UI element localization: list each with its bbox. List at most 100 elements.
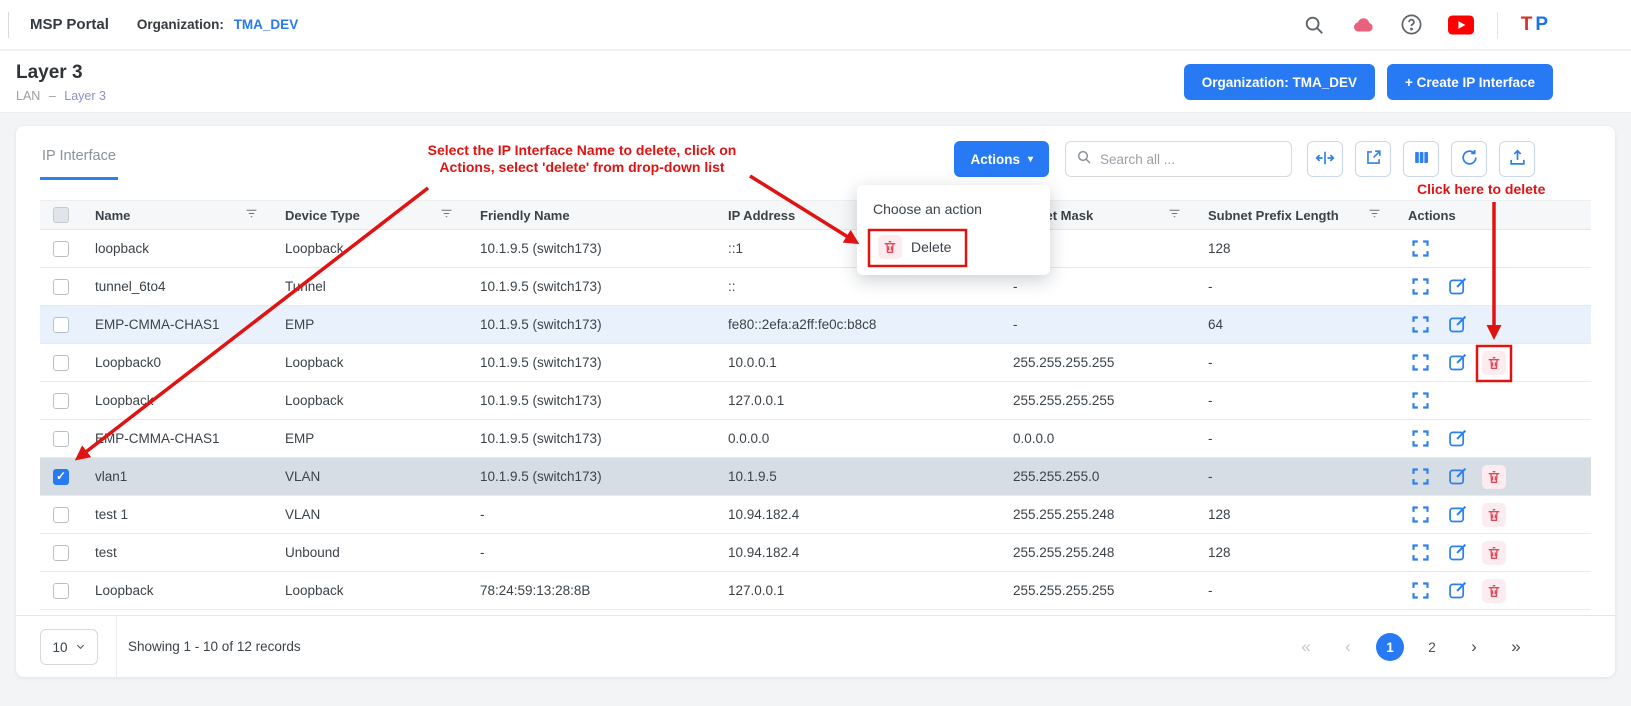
first-page-button[interactable]: « xyxy=(1292,633,1320,661)
dropdown-item-delete[interactable]: Delete xyxy=(869,229,966,265)
cell-friendly-name: 10.1.9.5 (switch173) xyxy=(467,306,715,344)
filter-icon[interactable] xyxy=(1368,207,1381,223)
table-row: testUnbound-10.94.182.4255.255.255.24812… xyxy=(40,534,1591,572)
cell-device-type: Loopback xyxy=(272,382,467,420)
row-checkbox[interactable] xyxy=(53,431,69,447)
last-page-button[interactable]: » xyxy=(1502,633,1530,661)
fit-width-icon xyxy=(1315,148,1335,171)
previous-page-button[interactable]: ‹ xyxy=(1334,633,1362,661)
cell-select xyxy=(40,420,82,458)
row-checkbox[interactable] xyxy=(53,241,69,257)
cell-subnet-mask: 255.255.255.255 xyxy=(1000,572,1195,610)
filter-icon[interactable] xyxy=(1168,207,1181,223)
edit-icon[interactable] xyxy=(1445,313,1469,337)
cell-friendly-name: 10.1.9.5 (switch173) xyxy=(467,230,715,268)
page-button-1[interactable]: 1 xyxy=(1376,633,1404,661)
ip-interface-table: NameDevice TypeFriendly NameIP AddressSu… xyxy=(40,200,1591,610)
tab-ip-interface[interactable]: IP Interface xyxy=(40,148,118,180)
row-checkbox[interactable] xyxy=(53,317,69,333)
organization-selector[interactable]: Organization: TMA_DEV xyxy=(137,17,298,32)
cell-friendly-name: 10.1.9.5 (switch173) xyxy=(467,344,715,382)
edit-icon[interactable] xyxy=(1445,579,1469,603)
topbar-divider xyxy=(1497,12,1498,38)
open-external-button[interactable] xyxy=(1355,141,1391,177)
delete-icon[interactable] xyxy=(1482,465,1506,489)
row-checkbox[interactable] xyxy=(53,393,69,409)
cell-name: EMP-CMMA-CHAS1 xyxy=(82,420,272,458)
youtube-icon[interactable] xyxy=(1448,12,1474,38)
filter-icon[interactable] xyxy=(245,207,258,223)
pagination: « ‹ 12 › » xyxy=(1292,633,1530,661)
edit-icon[interactable] xyxy=(1445,427,1469,451)
dropdown-item-delete-label: Delete xyxy=(911,239,951,255)
organization-value[interactable]: TMA_DEV xyxy=(234,17,299,32)
delete-icon[interactable] xyxy=(1482,351,1506,375)
page-button-2[interactable]: 2 xyxy=(1418,633,1446,661)
avatar-initial-2: P xyxy=(1535,14,1551,35)
table-row: Loopback0Loopback10.1.9.5 (switch173)10.… xyxy=(40,344,1591,382)
card-header: IP Interface Actions ▾ xyxy=(16,126,1615,200)
table-header-row: NameDevice TypeFriendly NameIP AddressSu… xyxy=(40,201,1591,230)
edit-icon[interactable] xyxy=(1445,275,1469,299)
cell-friendly-name: 78:24:59:13:28:8B xyxy=(467,572,715,610)
row-checkbox[interactable] xyxy=(53,279,69,295)
expand-icon[interactable] xyxy=(1408,275,1432,299)
expand-icon[interactable] xyxy=(1408,579,1432,603)
row-checkbox[interactable] xyxy=(53,545,69,561)
fit-width-button[interactable] xyxy=(1307,141,1343,177)
expand-icon[interactable] xyxy=(1408,427,1432,451)
table-body: loopbackLoopback10.1.9.5 (switch173)::11… xyxy=(40,230,1591,610)
delete-icon[interactable] xyxy=(1482,541,1506,565)
help-icon[interactable] xyxy=(1399,12,1425,38)
chevron-down-icon xyxy=(75,640,86,655)
cloud-icon[interactable] xyxy=(1350,12,1376,38)
cell-device-type: Tunnel xyxy=(272,268,467,306)
table-row: EMP-CMMA-CHAS1EMP10.1.9.5 (switch173)fe8… xyxy=(40,306,1591,344)
columns-button[interactable] xyxy=(1403,141,1439,177)
row-checkbox[interactable] xyxy=(53,507,69,523)
pagination-pages: 12 xyxy=(1376,633,1446,661)
actions-dropdown: Choose an action Delete xyxy=(857,185,1050,275)
column-header-subnet-prefix-length: Subnet Prefix Length xyxy=(1195,201,1395,230)
search-input[interactable] xyxy=(1100,152,1270,167)
edit-icon[interactable] xyxy=(1445,351,1469,375)
search-icon[interactable] xyxy=(1301,12,1327,38)
export-icon xyxy=(1508,148,1527,170)
expand-icon[interactable] xyxy=(1408,313,1432,337)
expand-icon[interactable] xyxy=(1408,541,1432,565)
edit-icon[interactable] xyxy=(1445,503,1469,527)
refresh-button[interactable] xyxy=(1451,141,1487,177)
expand-icon[interactable] xyxy=(1408,503,1432,527)
cell-select xyxy=(40,382,82,420)
organization-button[interactable]: Organization: TMA_DEV xyxy=(1184,64,1375,100)
page-size-select[interactable]: 10 xyxy=(40,629,98,665)
cell-device-type: EMP xyxy=(272,306,467,344)
cell-subnet-prefix-length: 128 xyxy=(1195,534,1395,572)
cell-friendly-name: - xyxy=(467,496,715,534)
expand-icon[interactable] xyxy=(1408,389,1432,413)
breadcrumb-page[interactable]: Layer 3 xyxy=(64,89,106,103)
cell-subnet-prefix-length: 64 xyxy=(1195,306,1395,344)
cell-friendly-name: 10.1.9.5 (switch173) xyxy=(467,268,715,306)
export-button[interactable] xyxy=(1499,141,1535,177)
delete-icon[interactable] xyxy=(1482,579,1506,603)
cell-name: EMP-CMMA-CHAS1 xyxy=(82,306,272,344)
row-checkbox[interactable] xyxy=(53,469,69,485)
expand-icon[interactable] xyxy=(1408,351,1432,375)
row-checkbox[interactable] xyxy=(53,583,69,599)
expand-icon[interactable] xyxy=(1408,237,1432,261)
columns-icon xyxy=(1412,148,1431,170)
delete-icon[interactable] xyxy=(1482,503,1506,527)
cell-select xyxy=(40,306,82,344)
create-ip-interface-button[interactable]: + Create IP Interface xyxy=(1387,64,1553,100)
next-page-button[interactable]: › xyxy=(1460,633,1488,661)
row-checkbox[interactable] xyxy=(53,355,69,371)
select-all-checkbox[interactable] xyxy=(53,207,69,223)
avatar[interactable]: TP xyxy=(1521,14,1551,36)
actions-button[interactable]: Actions ▾ xyxy=(954,141,1049,177)
edit-icon[interactable] xyxy=(1445,541,1469,565)
filter-icon[interactable] xyxy=(440,207,453,223)
edit-icon[interactable] xyxy=(1445,465,1469,489)
expand-icon[interactable] xyxy=(1408,465,1432,489)
cell-device-type: VLAN xyxy=(272,496,467,534)
